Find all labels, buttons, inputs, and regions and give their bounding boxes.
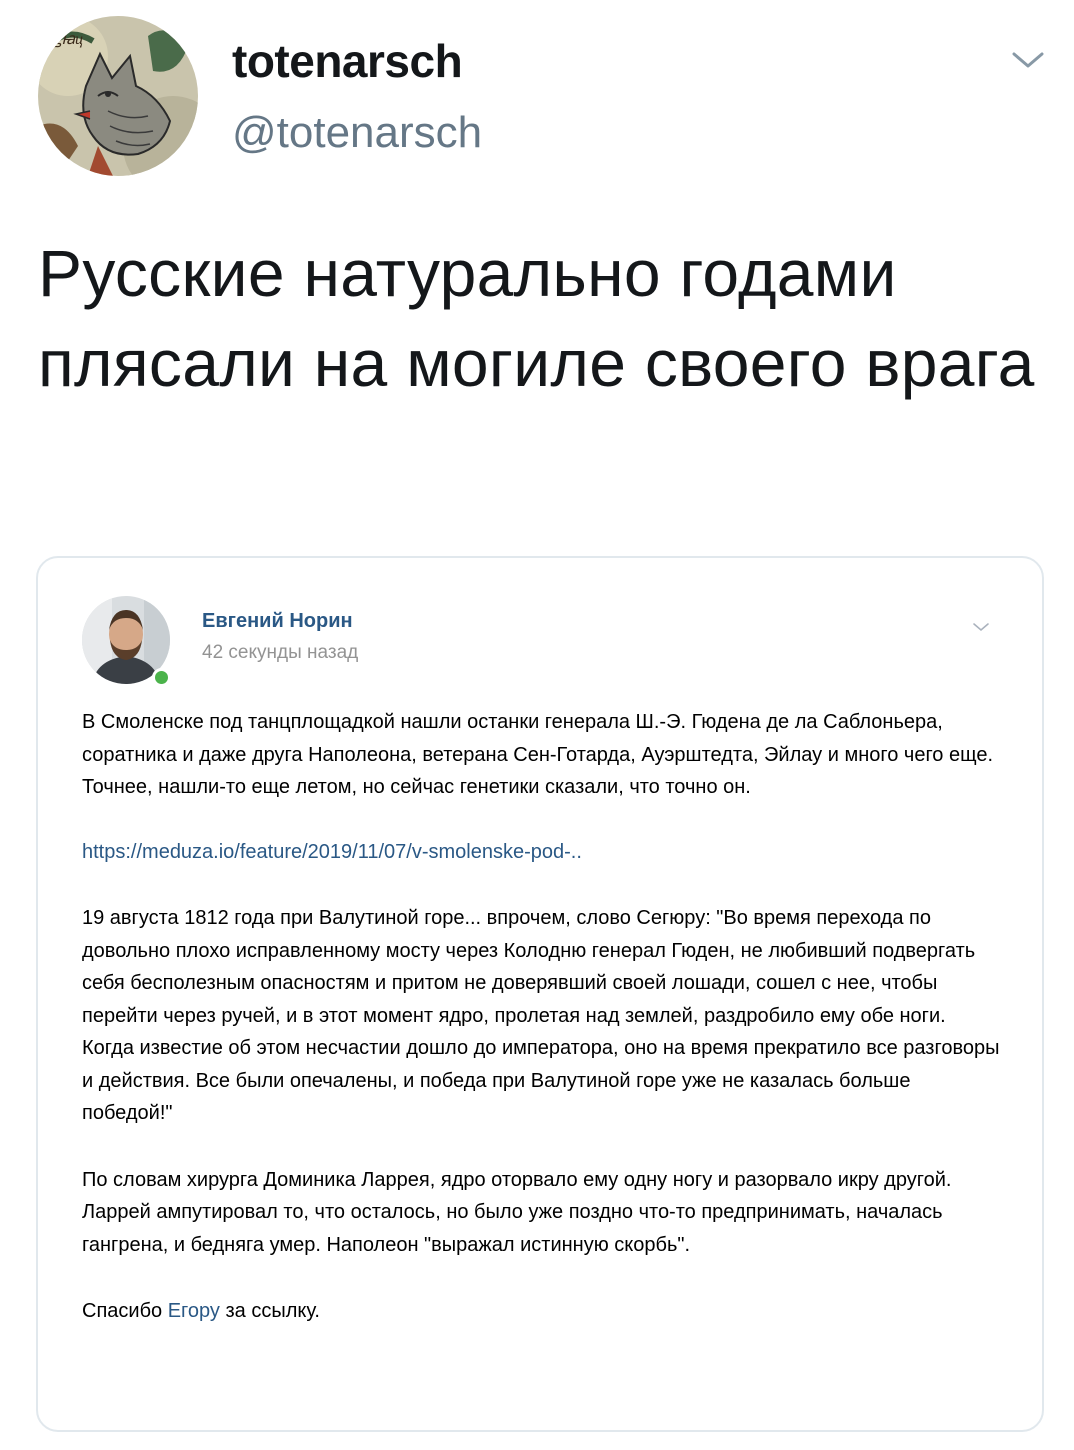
user-handle[interactable]: @totenarsch [232,108,482,158]
thanks-prefix: Спасибо [82,1300,163,1322]
svg-text:ꙁꙗц: ꙁꙗц [53,31,83,48]
vk-post-time: 42 секунды назад [202,642,359,663]
chevron-down-icon [972,620,990,632]
author-avatar[interactable]: ꙁꙗц [38,16,198,176]
post-paragraph: 19 августа 1812 года при Валутиной горе.… [82,907,1000,1124]
post-link-paragraph: https://meduza.io/feature/2019/11/07/v-s… [82,836,1002,869]
attached-image-card[interactable]: Евгений Норин 42 секунды назад В Смоленс… [36,556,1044,1432]
online-status-indicator [152,668,171,687]
display-name[interactable]: totenarsch [232,34,463,88]
article-link: https://meduza.io/feature/2019/11/07/v-s… [82,840,582,863]
post-paragraph: В Смоленске под танцплощадкой нашли оста… [82,711,994,798]
post-paragraph: По словам хирурга Доминика Ларрея, ядро … [82,1168,952,1256]
thanks-suffix: за ссылку. [225,1300,320,1322]
vk-post-body: В Смоленске под танцплощадкой нашли оста… [82,706,1002,1328]
chevron-down-icon[interactable] [1010,48,1046,72]
post-thanks: Спасибо Егору за ссылку. [82,1295,1002,1328]
illustrated-wolf-avatar-icon: ꙁꙗц [38,16,198,176]
tweet-text: Русские натурально годами плясали на мог… [38,236,1035,400]
thanks-mention-link: Егору [167,1300,220,1322]
vk-author-name: Евгений Норин [202,610,353,632]
